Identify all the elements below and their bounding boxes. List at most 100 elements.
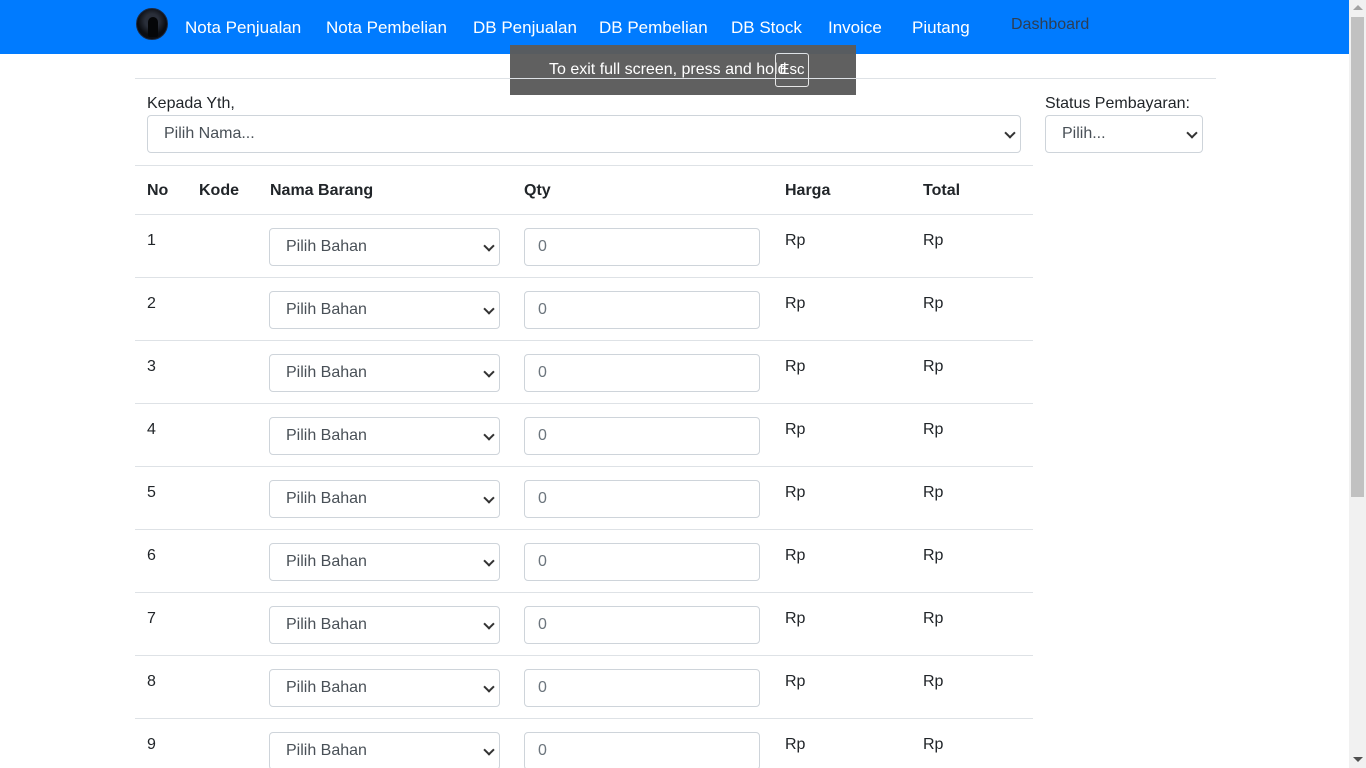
total-cell: Rp (923, 232, 944, 249)
row-number: 7 (147, 610, 156, 627)
total-cell: Rp (923, 358, 944, 375)
price-cell: Rp (785, 295, 806, 312)
table-row: 5 Pilih Bahan 0 Rp Rp (135, 467, 1033, 530)
header-total: Total (923, 182, 961, 199)
item-select[interactable]: Pilih Bahan (269, 669, 500, 707)
qty-input[interactable]: 0 (524, 606, 760, 644)
header-no: No (147, 182, 169, 199)
avatar[interactable] (136, 8, 168, 40)
row-number: 4 (147, 421, 156, 438)
status-select-value: Pilih... (1062, 125, 1106, 142)
chevron-down-icon (483, 681, 495, 693)
chevron-down-icon (483, 240, 495, 252)
item-select[interactable]: Pilih Bahan (269, 417, 500, 455)
row-number: 1 (147, 232, 156, 249)
qty-value: 0 (538, 742, 547, 759)
chevron-down-icon (483, 744, 495, 756)
scroll-up-arrow-icon[interactable] (1353, 5, 1363, 10)
chevron-down-icon (483, 492, 495, 504)
nav-db-pembelian[interactable]: DB Pembelian (599, 18, 708, 38)
qty-value: 0 (538, 301, 547, 318)
nav-nota-penjualan[interactable]: Nota Penjualan (185, 18, 301, 38)
qty-input[interactable]: 0 (524, 228, 760, 266)
row-number: 9 (147, 736, 156, 753)
item-select[interactable]: Pilih Bahan (269, 480, 500, 518)
item-select-value: Pilih Bahan (286, 742, 367, 759)
table-row: 2 Pilih Bahan 0 Rp Rp (135, 278, 1033, 341)
price-cell: Rp (785, 484, 806, 501)
total-cell: Rp (923, 484, 944, 501)
total-cell: Rp (923, 673, 944, 690)
qty-input[interactable]: 0 (524, 417, 760, 455)
qty-value: 0 (538, 679, 547, 696)
divider (135, 78, 1216, 79)
nav-dashboard[interactable]: Dashboard (1011, 15, 1089, 35)
total-cell: Rp (923, 295, 944, 312)
recipient-label: Kepada Yth, (147, 95, 235, 112)
price-cell: Rp (785, 610, 806, 627)
item-select-value: Pilih Bahan (286, 679, 367, 696)
table-row: 1 Pilih Bahan 0 Rp Rp (135, 215, 1033, 278)
esc-key-badge: Esc (775, 53, 809, 87)
nav-db-penjualan[interactable]: DB Penjualan (473, 18, 577, 38)
chevron-down-icon (1004, 127, 1016, 139)
recipient-select[interactable]: Pilih Nama... (147, 115, 1021, 153)
toast-message: To exit full screen, press and hold (549, 61, 787, 78)
item-select[interactable]: Pilih Bahan (269, 354, 500, 392)
chevron-down-icon (1186, 127, 1198, 139)
qty-input[interactable]: 0 (524, 354, 760, 392)
total-cell: Rp (923, 547, 944, 564)
qty-input[interactable]: 0 (524, 732, 760, 768)
row-number: 5 (147, 484, 156, 501)
qty-input[interactable]: 0 (524, 291, 760, 329)
item-select-value: Pilih Bahan (286, 553, 367, 570)
table-row: 9 Pilih Bahan 0 Rp Rp (135, 719, 1033, 768)
price-cell: Rp (785, 421, 806, 438)
total-cell: Rp (923, 421, 944, 438)
item-select-value: Pilih Bahan (286, 427, 367, 444)
price-cell: Rp (785, 232, 806, 249)
item-select[interactable]: Pilih Bahan (269, 543, 500, 581)
header-harga: Harga (785, 182, 831, 199)
item-select[interactable]: Pilih Bahan (269, 291, 500, 329)
table-row: 7 Pilih Bahan 0 Rp Rp (135, 593, 1033, 656)
header-nama-barang: Nama Barang (270, 182, 374, 199)
price-cell: Rp (785, 547, 806, 564)
item-select-value: Pilih Bahan (286, 238, 367, 255)
row-number: 8 (147, 673, 156, 690)
item-select-value: Pilih Bahan (286, 364, 367, 381)
qty-input[interactable]: 0 (524, 480, 760, 518)
nav-db-stock[interactable]: DB Stock (731, 18, 802, 38)
fullscreen-toast: To exit full screen, press and hold Esc (510, 45, 856, 95)
price-cell: Rp (785, 358, 806, 375)
table-top-border (135, 165, 1033, 166)
price-cell: Rp (785, 673, 806, 690)
qty-input[interactable]: 0 (524, 543, 760, 581)
item-select[interactable]: Pilih Bahan (269, 228, 500, 266)
scroll-down-arrow-icon[interactable] (1353, 757, 1363, 762)
qty-value: 0 (538, 238, 547, 255)
table-row: 3 Pilih Bahan 0 Rp Rp (135, 341, 1033, 404)
total-cell: Rp (923, 736, 944, 753)
header-kode: Kode (199, 182, 239, 199)
item-select[interactable]: Pilih Bahan (269, 606, 500, 644)
qty-value: 0 (538, 553, 547, 570)
item-select[interactable]: Pilih Bahan (269, 732, 500, 768)
chevron-down-icon (483, 303, 495, 315)
nav-piutang[interactable]: Piutang (912, 18, 970, 38)
qty-value: 0 (538, 427, 547, 444)
status-select[interactable]: Pilih... (1045, 115, 1203, 153)
qty-value: 0 (538, 364, 547, 381)
table-row: 4 Pilih Bahan 0 Rp Rp (135, 404, 1033, 467)
row-number: 3 (147, 358, 156, 375)
header-qty: Qty (524, 182, 551, 199)
qty-value: 0 (538, 616, 547, 633)
scrollbar-thumb[interactable] (1351, 17, 1364, 497)
chevron-down-icon (483, 618, 495, 630)
qty-value: 0 (538, 490, 547, 507)
nav-invoice[interactable]: Invoice (828, 18, 882, 38)
qty-input[interactable]: 0 (524, 669, 760, 707)
nav-nota-pembelian[interactable]: Nota Pembelian (326, 18, 447, 38)
item-select-value: Pilih Bahan (286, 490, 367, 507)
table-row: 6 Pilih Bahan 0 Rp Rp (135, 530, 1033, 593)
